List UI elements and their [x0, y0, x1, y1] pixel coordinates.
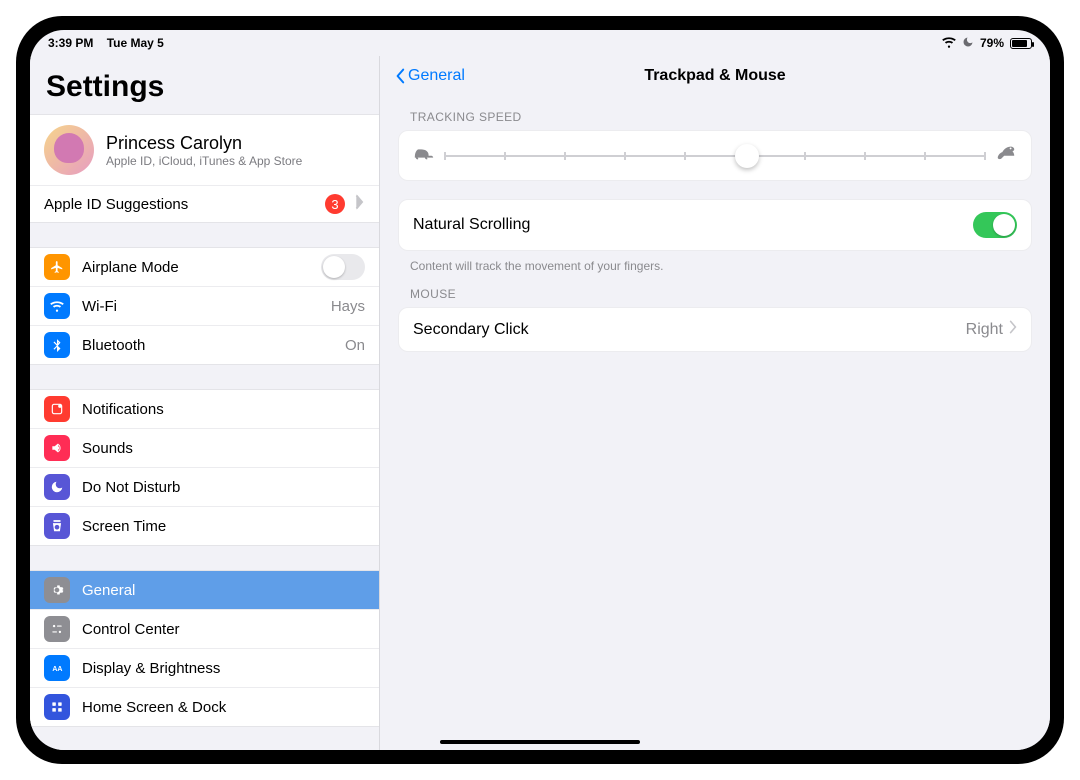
screen: 3:39 PM Tue May 5 79%: [30, 30, 1050, 750]
network-group: Airplane Mode Wi-Fi Hays Bluetooth On: [30, 247, 379, 365]
battery-icon: [1010, 38, 1032, 49]
sidebar-item-label: Bluetooth: [82, 337, 345, 354]
sidebar-item-label: Control Center: [82, 621, 365, 638]
secondary-click-value: Right: [966, 321, 1003, 339]
sidebar-title: Settings: [30, 56, 379, 114]
profile-group: Princess Carolyn Apple ID, iCloud, iTune…: [30, 114, 379, 223]
battery-pct: 79%: [980, 36, 1004, 50]
airplane-icon: [44, 254, 70, 280]
status-left: 3:39 PM Tue May 5: [48, 36, 164, 50]
device-bezel: 3:39 PM Tue May 5 79%: [16, 16, 1064, 764]
sidebar-item-notifications[interactable]: Notifications: [30, 390, 379, 429]
controlcenter-icon: [44, 616, 70, 642]
airplane-toggle[interactable]: [321, 254, 365, 280]
chevron-right-icon: [1009, 320, 1017, 339]
dnd-icon: [44, 474, 70, 500]
tortoise-icon: [413, 145, 435, 166]
home-icon: [44, 694, 70, 720]
wifi-icon: [44, 293, 70, 319]
tracking-speed-card: [398, 130, 1032, 181]
notifications-group: Notifications Sounds Do Not Disturb: [30, 389, 379, 546]
nav-bar: General Trackpad & Mouse: [380, 56, 1050, 96]
hare-icon: [995, 145, 1017, 166]
mouse-header: MOUSE: [380, 273, 1050, 307]
profile-name: Princess Carolyn: [106, 133, 302, 154]
natural-scrolling-label: Natural Scrolling: [413, 216, 973, 234]
split-view: Settings Princess Carolyn Apple ID, iClo…: [30, 56, 1050, 750]
status-bar: 3:39 PM Tue May 5 79%: [30, 30, 1050, 56]
natural-scrolling-row[interactable]: Natural Scrolling: [399, 200, 1031, 250]
sidebar-item-label: Screen Time: [82, 518, 365, 535]
apple-id-row[interactable]: Princess Carolyn Apple ID, iCloud, iTune…: [30, 115, 379, 186]
dnd-status-icon: [962, 36, 974, 51]
general-group: General Control Center AA Display & Brig…: [30, 570, 379, 727]
natural-scrolling-toggle[interactable]: [973, 212, 1017, 238]
natural-scrolling-footnote: Content will track the movement of your …: [380, 251, 1050, 273]
detail-pane: General Trackpad & Mouse TRACKING SPEED: [380, 56, 1050, 750]
secondary-click-label: Secondary Click: [413, 321, 966, 339]
mouse-card: Secondary Click Right: [398, 307, 1032, 352]
sidebar-item-label: Notifications: [82, 401, 365, 418]
profile-sub: Apple ID, iCloud, iTunes & App Store: [106, 154, 302, 168]
sidebar-item-label: Airplane Mode: [82, 259, 321, 276]
status-right: 79%: [942, 35, 1032, 52]
secondary-click-row[interactable]: Secondary Click Right: [399, 308, 1031, 351]
sidebar-item-home[interactable]: Home Screen & Dock: [30, 688, 379, 726]
device-frame: 3:39 PM Tue May 5 79%: [0, 0, 1080, 780]
wifi-status-icon: [942, 35, 956, 52]
bluetooth-icon: [44, 332, 70, 358]
status-time: 3:39 PM: [48, 36, 93, 50]
sidebar-item-label: General: [82, 582, 365, 599]
sidebar-item-airplane[interactable]: Airplane Mode: [30, 248, 379, 287]
sidebar-item-label: Wi-Fi: [82, 298, 331, 315]
notifications-icon: [44, 396, 70, 422]
sidebar-item-dnd[interactable]: Do Not Disturb: [30, 468, 379, 507]
sidebar-item-label: Home Screen & Dock: [82, 699, 365, 716]
sidebar-item-general[interactable]: General: [30, 571, 379, 610]
sidebar-item-display[interactable]: AA Display & Brightness: [30, 649, 379, 688]
sidebar-item-wifi[interactable]: Wi-Fi Hays: [30, 287, 379, 326]
settings-sidebar[interactable]: Settings Princess Carolyn Apple ID, iClo…: [30, 56, 380, 750]
apple-id-suggestions-label: Apple ID Suggestions: [44, 196, 325, 213]
home-indicator[interactable]: [440, 740, 640, 744]
status-date: Tue May 5: [107, 36, 164, 50]
sidebar-item-label: Sounds: [82, 440, 365, 457]
profile-text: Princess Carolyn Apple ID, iCloud, iTune…: [106, 133, 302, 168]
page-title: Trackpad & Mouse: [644, 67, 785, 85]
back-button[interactable]: General: [394, 67, 465, 85]
natural-scrolling-card: Natural Scrolling: [398, 199, 1032, 251]
sidebar-item-label: Do Not Disturb: [82, 479, 365, 496]
bluetooth-value: On: [345, 337, 365, 354]
sounds-icon: [44, 435, 70, 461]
general-icon: [44, 577, 70, 603]
back-label: General: [408, 67, 465, 85]
tracking-speed-slider[interactable]: [445, 146, 985, 166]
svg-text:AA: AA: [52, 666, 62, 673]
display-icon: AA: [44, 655, 70, 681]
wifi-value: Hays: [331, 298, 365, 315]
apple-id-suggestions-badge: 3: [325, 194, 345, 214]
sidebar-item-sounds[interactable]: Sounds: [30, 429, 379, 468]
screentime-icon: [44, 513, 70, 539]
sidebar-item-label: Display & Brightness: [82, 660, 365, 677]
sidebar-item-screentime[interactable]: Screen Time: [30, 507, 379, 545]
slider-thumb[interactable]: [735, 144, 759, 168]
sidebar-item-controlcenter[interactable]: Control Center: [30, 610, 379, 649]
sidebar-item-bluetooth[interactable]: Bluetooth On: [30, 326, 379, 364]
avatar: [44, 125, 94, 175]
tracking-speed-header: TRACKING SPEED: [380, 96, 1050, 130]
apple-id-suggestions-row[interactable]: Apple ID Suggestions 3: [30, 186, 379, 222]
chevron-right-icon: [353, 194, 365, 214]
